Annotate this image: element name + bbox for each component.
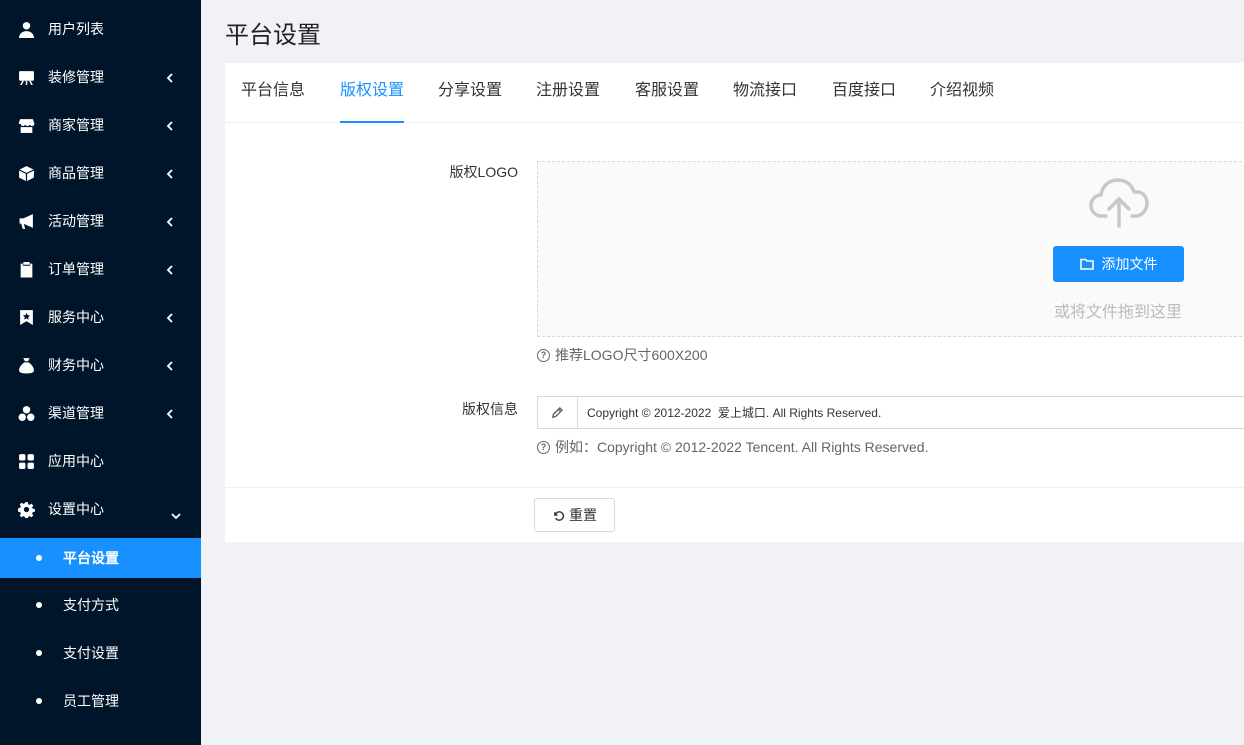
sidebar-item-settings[interactable]: 设置中心	[0, 485, 201, 533]
chevron-left-icon	[164, 71, 176, 83]
store-icon	[17, 116, 35, 134]
tab-intro-video[interactable]: 介绍视频	[930, 63, 994, 123]
money-bag-icon	[17, 356, 35, 374]
reset-button-label: 重置	[569, 507, 597, 523]
form-divider	[225, 487, 1244, 488]
copyright-info-hint: ? 例如：Copyright © 2012-2022 Tencent. All …	[537, 437, 928, 457]
tab-customer-service[interactable]: 客服设置	[635, 63, 699, 123]
sidebar: 用户列表 装修管理 商家管理 商品管理 活动管理 订单管理 服务中心 财务中心 …	[0, 0, 201, 745]
drop-hint-text: 或将文件拖到这里	[1054, 304, 1183, 321]
reset-button[interactable]: 重置	[534, 498, 615, 532]
megaphone-icon	[17, 212, 35, 230]
sidebar-item-label: 应用中心	[48, 453, 104, 469]
sidebar-item-user-list[interactable]: 用户列表	[0, 5, 201, 53]
sidebar-item-orders[interactable]: 订单管理	[0, 245, 201, 293]
settings-tabs: 平台信息 版权设置 分享设置 注册设置 客服设置 物流接口 百度接口 介绍视频	[225, 63, 1244, 123]
bullet-dot	[36, 555, 42, 561]
sidebar-item-service[interactable]: 服务中心	[0, 293, 201, 341]
chevron-left-icon	[164, 311, 176, 323]
chevron-down-icon	[170, 509, 182, 521]
sidebar-item-label: 商品管理	[48, 165, 104, 181]
gear-icon	[17, 500, 35, 518]
logo-hint-text: 推荐LOGO尺寸600X200	[555, 347, 708, 363]
sidebar-item-apps[interactable]: 应用中心	[0, 437, 201, 485]
apps-grid-icon	[17, 452, 35, 470]
chevron-left-icon	[164, 167, 176, 179]
sidebar-item-label: 活动管理	[48, 213, 104, 229]
bookmark-star-icon	[17, 308, 35, 326]
bullet-dot	[36, 698, 42, 704]
sidebar-subitem-staff[interactable]: 员工管理	[0, 677, 201, 725]
sidebar-item-label: 商家管理	[48, 117, 104, 133]
tab-baidu-api[interactable]: 百度接口	[832, 63, 896, 123]
sidebar-subitem-label: 员工管理	[63, 693, 119, 709]
settings-card: 平台信息 版权设置 分享设置 注册设置 客服设置 物流接口 百度接口 介绍视频 …	[225, 63, 1244, 542]
tab-platform-info[interactable]: 平台信息	[241, 63, 305, 123]
pencil-icon	[538, 397, 578, 428]
bullet-dot	[36, 650, 42, 656]
sidebar-item-finance[interactable]: 财务中心	[0, 341, 201, 389]
cloud-upload-icon	[1088, 176, 1150, 228]
add-file-button-label: 添加文件	[1101, 256, 1158, 272]
chevron-left-icon	[164, 119, 176, 131]
tab-register-settings[interactable]: 注册设置	[536, 63, 600, 123]
logo-hint: ? 推荐LOGO尺寸600X200	[537, 345, 708, 365]
tab-share-settings[interactable]: 分享设置	[438, 63, 502, 123]
sidebar-item-label: 装修管理	[48, 69, 104, 85]
sidebar-item-decoration[interactable]: 装修管理	[0, 53, 201, 101]
copyright-info-input[interactable]	[578, 397, 1244, 428]
page-title: 平台设置	[225, 22, 321, 49]
sidebar-subitem-label: 平台设置	[63, 550, 119, 566]
sidebar-item-label: 服务中心	[48, 309, 104, 325]
sidebar-subitem-payment-methods[interactable]: 支付方式	[0, 581, 201, 629]
chevron-left-icon	[164, 359, 176, 371]
question-circle-icon: ?	[537, 440, 550, 454]
sidebar-item-label: 财务中心	[48, 357, 104, 373]
sidebar-subitem-label: 支付设置	[63, 645, 119, 661]
cube-icon	[17, 164, 35, 182]
chevron-left-icon	[164, 407, 176, 419]
chevron-left-icon	[164, 263, 176, 275]
sidebar-item-label: 设置中心	[48, 501, 104, 517]
question-circle-icon: ?	[537, 348, 550, 362]
sidebar-item-label: 用户列表	[48, 21, 104, 37]
bullet-dot	[36, 602, 42, 608]
copyright-info-label: 版权信息	[462, 401, 518, 417]
logo-label: 版权LOGO	[449, 164, 518, 180]
easel-icon	[17, 68, 35, 86]
copyright-info-field	[537, 396, 1244, 429]
sidebar-item-label: 渠道管理	[48, 405, 104, 421]
undo-icon	[554, 510, 565, 521]
sidebar-subitem-label: 支付方式	[63, 597, 119, 613]
sidebar-item-label: 订单管理	[48, 261, 104, 277]
cluster-icon	[17, 404, 35, 422]
sidebar-subitem-platform-settings[interactable]: 平台设置	[0, 538, 201, 578]
folder-icon	[1079, 258, 1094, 270]
tab-logistics-api[interactable]: 物流接口	[733, 63, 797, 123]
logo-upload-dropzone[interactable]: 添加文件 或将文件拖到这里	[537, 161, 1244, 337]
copyright-info-hint-text: 例如：Copyright © 2012-2022 Tencent. All Ri…	[555, 439, 929, 455]
tab-copyright-settings[interactable]: 版权设置	[340, 63, 405, 123]
user-icon	[17, 20, 35, 38]
sidebar-item-activities[interactable]: 活动管理	[0, 197, 201, 245]
add-file-button[interactable]: 添加文件	[1053, 246, 1184, 282]
sidebar-item-merchants[interactable]: 商家管理	[0, 101, 201, 149]
sidebar-item-products[interactable]: 商品管理	[0, 149, 201, 197]
clipboard-icon	[17, 260, 35, 278]
sidebar-item-channels[interactable]: 渠道管理	[0, 389, 201, 437]
sidebar-subitem-payment-settings[interactable]: 支付设置	[0, 629, 201, 677]
chevron-left-icon	[164, 215, 176, 227]
